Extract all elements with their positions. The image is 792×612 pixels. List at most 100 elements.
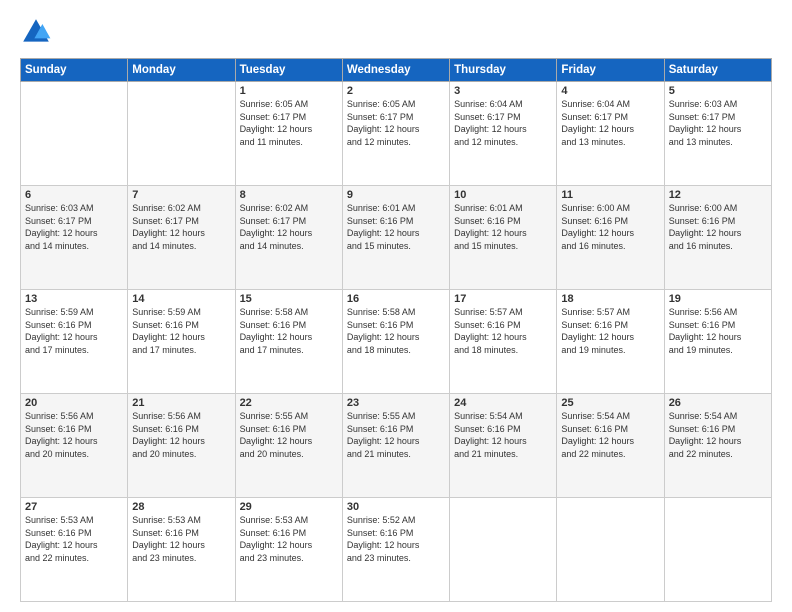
weekday-header-saturday: Saturday	[664, 59, 771, 82]
calendar-cell: 13Sunrise: 5:59 AM Sunset: 6:16 PM Dayli…	[21, 290, 128, 394]
day-info: Sunrise: 5:53 AM Sunset: 6:16 PM Dayligh…	[132, 514, 230, 564]
day-info: Sunrise: 5:57 AM Sunset: 6:16 PM Dayligh…	[454, 306, 552, 356]
week-row-0: 1Sunrise: 6:05 AM Sunset: 6:17 PM Daylig…	[21, 82, 772, 186]
day-number: 27	[25, 501, 123, 513]
day-number: 10	[454, 189, 552, 201]
day-info: Sunrise: 5:53 AM Sunset: 6:16 PM Dayligh…	[240, 514, 338, 564]
day-number: 8	[240, 189, 338, 201]
day-number: 7	[132, 189, 230, 201]
day-number: 11	[561, 189, 659, 201]
weekday-header-thursday: Thursday	[450, 59, 557, 82]
day-info: Sunrise: 6:03 AM Sunset: 6:17 PM Dayligh…	[669, 98, 767, 148]
day-info: Sunrise: 5:54 AM Sunset: 6:16 PM Dayligh…	[561, 410, 659, 460]
calendar-cell	[128, 82, 235, 186]
weekday-header-monday: Monday	[128, 59, 235, 82]
day-info: Sunrise: 5:59 AM Sunset: 6:16 PM Dayligh…	[132, 306, 230, 356]
week-row-4: 27Sunrise: 5:53 AM Sunset: 6:16 PM Dayli…	[21, 498, 772, 602]
day-number: 13	[25, 293, 123, 305]
day-number: 26	[669, 397, 767, 409]
logo	[20, 16, 56, 48]
calendar-cell	[21, 82, 128, 186]
day-number: 28	[132, 501, 230, 513]
day-info: Sunrise: 6:00 AM Sunset: 6:16 PM Dayligh…	[669, 202, 767, 252]
calendar-cell: 22Sunrise: 5:55 AM Sunset: 6:16 PM Dayli…	[235, 394, 342, 498]
day-number: 18	[561, 293, 659, 305]
day-number: 21	[132, 397, 230, 409]
calendar-cell: 18Sunrise: 5:57 AM Sunset: 6:16 PM Dayli…	[557, 290, 664, 394]
day-number: 2	[347, 85, 445, 97]
day-info: Sunrise: 5:57 AM Sunset: 6:16 PM Dayligh…	[561, 306, 659, 356]
day-info: Sunrise: 6:04 AM Sunset: 6:17 PM Dayligh…	[454, 98, 552, 148]
day-info: Sunrise: 6:01 AM Sunset: 6:16 PM Dayligh…	[347, 202, 445, 252]
header	[20, 16, 772, 48]
weekday-header-row: SundayMondayTuesdayWednesdayThursdayFrid…	[21, 59, 772, 82]
calendar-cell: 17Sunrise: 5:57 AM Sunset: 6:16 PM Dayli…	[450, 290, 557, 394]
calendar-cell: 11Sunrise: 6:00 AM Sunset: 6:16 PM Dayli…	[557, 186, 664, 290]
calendar-cell: 2Sunrise: 6:05 AM Sunset: 6:17 PM Daylig…	[342, 82, 449, 186]
day-number: 6	[25, 189, 123, 201]
calendar-cell: 5Sunrise: 6:03 AM Sunset: 6:17 PM Daylig…	[664, 82, 771, 186]
day-info: Sunrise: 6:02 AM Sunset: 6:17 PM Dayligh…	[240, 202, 338, 252]
day-info: Sunrise: 5:58 AM Sunset: 6:16 PM Dayligh…	[240, 306, 338, 356]
day-info: Sunrise: 5:59 AM Sunset: 6:16 PM Dayligh…	[25, 306, 123, 356]
day-number: 29	[240, 501, 338, 513]
calendar-table: SundayMondayTuesdayWednesdayThursdayFrid…	[20, 58, 772, 602]
calendar-cell	[557, 498, 664, 602]
day-info: Sunrise: 5:56 AM Sunset: 6:16 PM Dayligh…	[132, 410, 230, 460]
calendar-cell: 29Sunrise: 5:53 AM Sunset: 6:16 PM Dayli…	[235, 498, 342, 602]
day-number: 4	[561, 85, 659, 97]
calendar-cell: 8Sunrise: 6:02 AM Sunset: 6:17 PM Daylig…	[235, 186, 342, 290]
page: SundayMondayTuesdayWednesdayThursdayFrid…	[0, 0, 792, 612]
day-number: 9	[347, 189, 445, 201]
day-number: 12	[669, 189, 767, 201]
day-info: Sunrise: 5:55 AM Sunset: 6:16 PM Dayligh…	[240, 410, 338, 460]
calendar-cell: 9Sunrise: 6:01 AM Sunset: 6:16 PM Daylig…	[342, 186, 449, 290]
calendar-cell: 30Sunrise: 5:52 AM Sunset: 6:16 PM Dayli…	[342, 498, 449, 602]
day-info: Sunrise: 6:04 AM Sunset: 6:17 PM Dayligh…	[561, 98, 659, 148]
day-info: Sunrise: 6:05 AM Sunset: 6:17 PM Dayligh…	[240, 98, 338, 148]
calendar-cell: 4Sunrise: 6:04 AM Sunset: 6:17 PM Daylig…	[557, 82, 664, 186]
day-number: 14	[132, 293, 230, 305]
calendar-cell: 16Sunrise: 5:58 AM Sunset: 6:16 PM Dayli…	[342, 290, 449, 394]
calendar-cell: 21Sunrise: 5:56 AM Sunset: 6:16 PM Dayli…	[128, 394, 235, 498]
day-info: Sunrise: 6:03 AM Sunset: 6:17 PM Dayligh…	[25, 202, 123, 252]
day-info: Sunrise: 6:05 AM Sunset: 6:17 PM Dayligh…	[347, 98, 445, 148]
day-number: 24	[454, 397, 552, 409]
day-number: 15	[240, 293, 338, 305]
day-number: 30	[347, 501, 445, 513]
day-info: Sunrise: 6:00 AM Sunset: 6:16 PM Dayligh…	[561, 202, 659, 252]
calendar-cell: 20Sunrise: 5:56 AM Sunset: 6:16 PM Dayli…	[21, 394, 128, 498]
day-number: 19	[669, 293, 767, 305]
calendar-cell: 23Sunrise: 5:55 AM Sunset: 6:16 PM Dayli…	[342, 394, 449, 498]
day-info: Sunrise: 6:02 AM Sunset: 6:17 PM Dayligh…	[132, 202, 230, 252]
calendar-cell: 3Sunrise: 6:04 AM Sunset: 6:17 PM Daylig…	[450, 82, 557, 186]
calendar-cell	[664, 498, 771, 602]
calendar-cell: 15Sunrise: 5:58 AM Sunset: 6:16 PM Dayli…	[235, 290, 342, 394]
weekday-header-wednesday: Wednesday	[342, 59, 449, 82]
calendar-cell: 7Sunrise: 6:02 AM Sunset: 6:17 PM Daylig…	[128, 186, 235, 290]
calendar-cell	[450, 498, 557, 602]
day-number: 20	[25, 397, 123, 409]
calendar-cell: 10Sunrise: 6:01 AM Sunset: 6:16 PM Dayli…	[450, 186, 557, 290]
day-number: 5	[669, 85, 767, 97]
calendar-cell: 25Sunrise: 5:54 AM Sunset: 6:16 PM Dayli…	[557, 394, 664, 498]
week-row-3: 20Sunrise: 5:56 AM Sunset: 6:16 PM Dayli…	[21, 394, 772, 498]
day-info: Sunrise: 5:58 AM Sunset: 6:16 PM Dayligh…	[347, 306, 445, 356]
weekday-header-sunday: Sunday	[21, 59, 128, 82]
week-row-1: 6Sunrise: 6:03 AM Sunset: 6:17 PM Daylig…	[21, 186, 772, 290]
day-number: 23	[347, 397, 445, 409]
day-info: Sunrise: 5:56 AM Sunset: 6:16 PM Dayligh…	[669, 306, 767, 356]
day-number: 17	[454, 293, 552, 305]
day-number: 16	[347, 293, 445, 305]
day-info: Sunrise: 5:55 AM Sunset: 6:16 PM Dayligh…	[347, 410, 445, 460]
day-info: Sunrise: 5:54 AM Sunset: 6:16 PM Dayligh…	[669, 410, 767, 460]
day-info: Sunrise: 5:56 AM Sunset: 6:16 PM Dayligh…	[25, 410, 123, 460]
calendar-cell: 14Sunrise: 5:59 AM Sunset: 6:16 PM Dayli…	[128, 290, 235, 394]
day-info: Sunrise: 6:01 AM Sunset: 6:16 PM Dayligh…	[454, 202, 552, 252]
logo-icon	[20, 16, 52, 48]
calendar-header: SundayMondayTuesdayWednesdayThursdayFrid…	[21, 59, 772, 82]
day-info: Sunrise: 5:53 AM Sunset: 6:16 PM Dayligh…	[25, 514, 123, 564]
day-number: 1	[240, 85, 338, 97]
calendar-body: 1Sunrise: 6:05 AM Sunset: 6:17 PM Daylig…	[21, 82, 772, 602]
day-number: 3	[454, 85, 552, 97]
